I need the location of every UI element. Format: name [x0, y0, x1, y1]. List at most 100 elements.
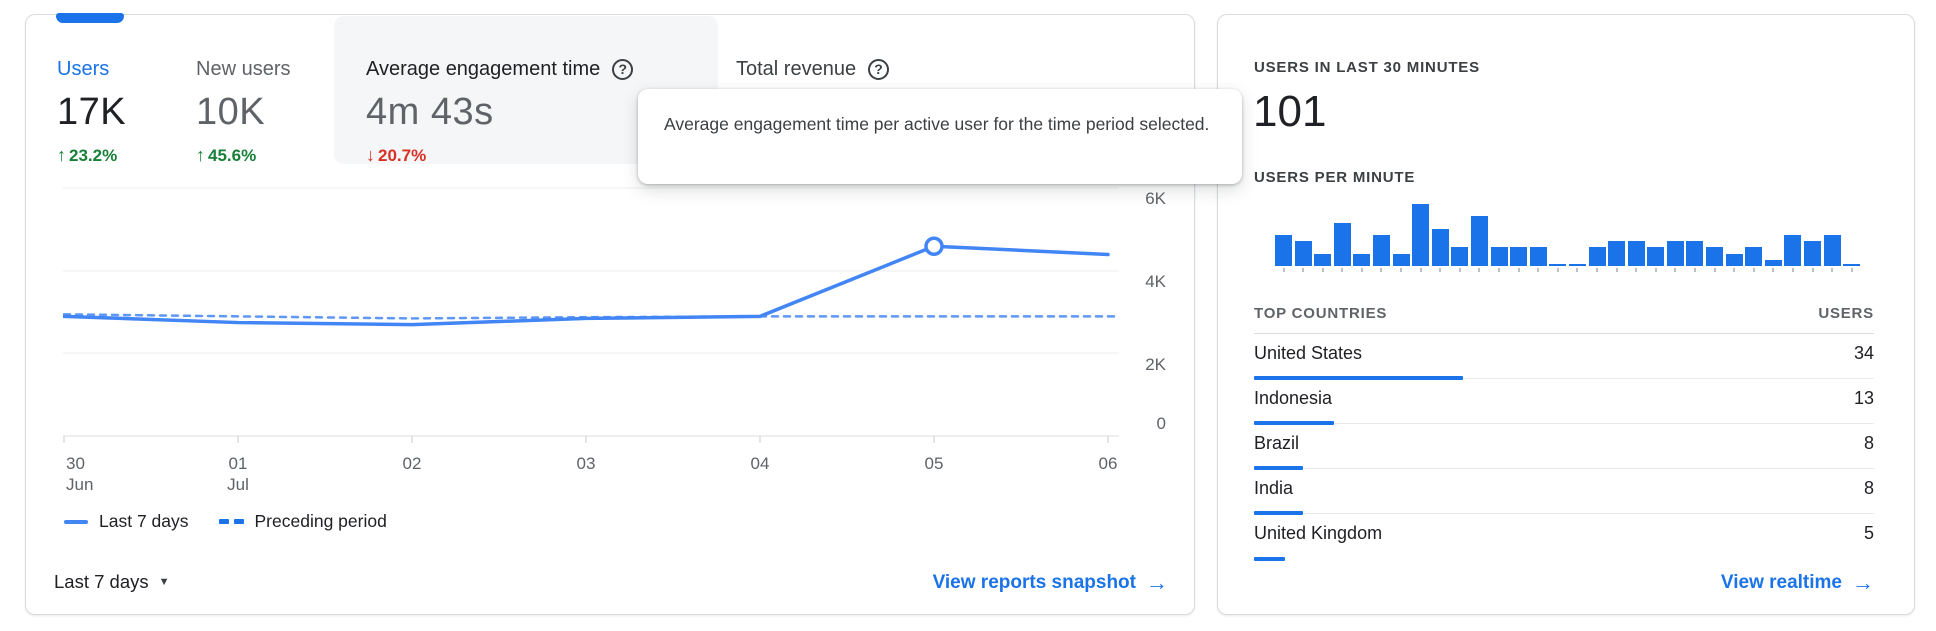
minute-bar	[1294, 241, 1312, 266]
solid-line-swatch-icon	[64, 519, 88, 524]
users-per-minute-axis-ticks	[1275, 268, 1861, 272]
minute-bar	[1804, 241, 1822, 266]
bar-axis-tick	[1432, 268, 1449, 272]
y-tick-label: 2K	[1145, 355, 1166, 374]
minute-bar	[1568, 264, 1586, 266]
users-delta: ↑ 23.2%	[57, 145, 118, 165]
country-row: Indonesia 13	[1254, 379, 1874, 425]
top-countries-table: United States 34 Indonesia 13 Brazil 8 India 8 U…	[1254, 334, 1874, 561]
tab-total-revenue[interactable]: Total revenue ?	[736, 57, 890, 81]
tab-new-users-label: New users	[196, 58, 291, 80]
country-name: United States	[1254, 343, 1363, 363]
y-tick-label: 0	[1156, 414, 1166, 433]
minute-bar	[1353, 254, 1371, 266]
bar-axis-tick	[1628, 268, 1645, 272]
country-share-bar	[1254, 557, 1285, 561]
minute-bar	[1647, 247, 1665, 266]
bar-axis-tick	[1314, 268, 1331, 272]
minute-bar	[1686, 241, 1704, 266]
highlighted-data-point[interactable]	[924, 236, 944, 256]
country-name: Indonesia	[1254, 388, 1333, 408]
bar-axis-tick	[1765, 268, 1782, 272]
right-arrow-icon: →	[1852, 570, 1874, 595]
tab-users-label: Users	[57, 58, 110, 80]
date-range-selector[interactable]: Last 7 days ▼	[54, 571, 170, 593]
dashed-line-swatch-icon	[218, 519, 244, 524]
bar-axis-tick	[1275, 268, 1292, 272]
tooltip-text: Average engagement time per active user …	[664, 114, 1210, 134]
country-users-count: 8	[1863, 433, 1874, 453]
country-users-count: 13	[1853, 388, 1874, 408]
bar-axis-tick	[1334, 268, 1351, 272]
chevron-down-icon: ▼	[158, 576, 170, 588]
minute-bar	[1843, 264, 1861, 266]
bar-axis-tick	[1647, 268, 1664, 272]
minute-bar	[1372, 235, 1390, 266]
minute-bar	[1745, 247, 1763, 266]
bar-axis-tick	[1667, 268, 1684, 272]
selected-tab-indicator	[56, 13, 124, 23]
minute-bar	[1490, 247, 1508, 266]
new-users-value: 10K	[196, 91, 266, 133]
users-last-30-min-label: USERS IN LAST 30 MINUTES	[1254, 59, 1480, 76]
view-realtime-link[interactable]: View realtime →	[1721, 570, 1874, 596]
legend-preceding-period[interactable]: Preceding period	[255, 511, 387, 532]
users-value: 17K	[57, 91, 127, 133]
avg-engagement-value: 4m 43s	[366, 91, 494, 133]
bar-axis-tick	[1726, 268, 1743, 272]
right-arrow-icon: →	[1146, 570, 1168, 595]
users-per-minute-bar-chart	[1275, 201, 1861, 266]
minute-bar	[1725, 254, 1743, 266]
minute-bar	[1412, 204, 1430, 266]
bar-axis-tick	[1510, 268, 1527, 272]
bar-axis-tick	[1569, 268, 1586, 272]
bar-axis-tick	[1295, 268, 1312, 272]
country-users-count: 34	[1853, 343, 1874, 363]
up-arrow-icon: ↑	[57, 145, 66, 165]
minute-bar	[1470, 216, 1488, 266]
country-row: Brazil 8	[1254, 424, 1874, 470]
bar-axis-tick	[1491, 268, 1508, 272]
users-line-chart	[63, 187, 1121, 443]
tab-avg-engagement-label: Average engagement time	[366, 58, 601, 80]
y-tick-label: 4K	[1145, 272, 1166, 291]
minute-bar	[1627, 241, 1645, 266]
tab-new-users[interactable]: New users 10K ↑ 45.6%	[196, 57, 290, 166]
bar-axis-tick	[1549, 268, 1566, 272]
country-row: India 8	[1254, 469, 1874, 515]
country-users-count: 8	[1863, 478, 1874, 498]
minute-bar	[1451, 247, 1469, 266]
bar-axis-tick	[1471, 268, 1488, 272]
minute-bar	[1823, 235, 1841, 266]
minute-bar	[1588, 247, 1606, 266]
minute-bar	[1666, 241, 1684, 266]
chart-legend: Last 7 days Preceding period	[64, 511, 387, 532]
minute-bar	[1431, 229, 1449, 266]
country-row: United Kingdom 5	[1254, 514, 1874, 561]
bar-axis-tick	[1686, 268, 1703, 272]
bar-axis-tick	[1824, 268, 1841, 272]
help-icon[interactable]: ?	[612, 58, 634, 80]
help-icon[interactable]: ?	[868, 58, 890, 80]
bar-axis-tick	[1784, 268, 1801, 272]
minute-bar	[1706, 247, 1724, 266]
minute-bar	[1784, 235, 1802, 266]
last-7-days-line	[63, 244, 1110, 327]
legend-last-7-days[interactable]: Last 7 days	[99, 511, 189, 532]
bar-axis-tick	[1608, 268, 1625, 272]
country-row: United States 34	[1254, 334, 1874, 380]
avg-engagement-delta: ↓ 20.7%	[366, 145, 427, 165]
bar-axis-tick	[1353, 268, 1370, 272]
bar-axis-tick	[1451, 268, 1468, 272]
view-reports-snapshot-link[interactable]: View reports snapshot →	[933, 570, 1168, 596]
bar-axis-tick	[1843, 268, 1860, 272]
tab-users[interactable]: Users 17K ↑ 23.2%	[57, 57, 126, 166]
realtime-card: USERS IN LAST 30 MINUTES 101 USERS PER M…	[1217, 14, 1915, 615]
bar-axis-tick	[1393, 268, 1410, 272]
down-arrow-icon: ↓	[366, 145, 375, 165]
up-arrow-icon: ↑	[196, 145, 205, 165]
minute-bar	[1333, 223, 1351, 266]
tab-avg-engagement-time[interactable]: Average engagement time ? 4m 43s ↓ 20.7%	[366, 57, 634, 166]
bar-axis-tick	[1745, 268, 1762, 272]
date-range-label: Last 7 days	[54, 571, 149, 592]
